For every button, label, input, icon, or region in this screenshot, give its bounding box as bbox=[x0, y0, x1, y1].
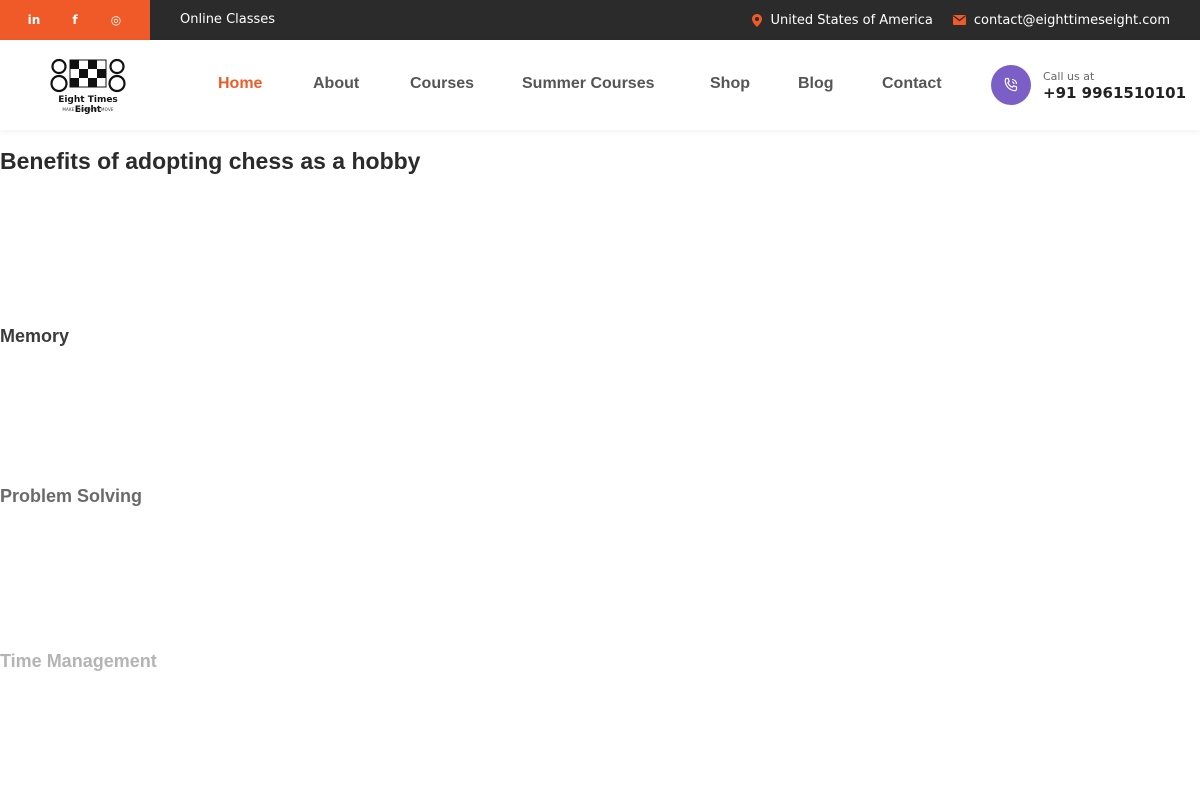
facebook-icon[interactable]: f bbox=[60, 0, 90, 40]
linkedin-icon[interactable]: in bbox=[19, 0, 49, 40]
page-content: Benefits of adopting chess as a hobby Me… bbox=[0, 130, 1200, 800]
nav-courses[interactable]: Courses bbox=[410, 75, 474, 93]
social-links: in f ◎ bbox=[0, 0, 150, 40]
section-heading-problem-solving: Problem Solving bbox=[0, 486, 143, 506]
phone-icon[interactable] bbox=[991, 65, 1031, 105]
nav-home[interactable]: Home bbox=[218, 75, 262, 93]
logo-tagline: MAKE THE RIGHT MOVE bbox=[62, 107, 114, 112]
nav-shop[interactable]: Shop bbox=[710, 75, 750, 93]
section-heading-time-management: Time Management bbox=[0, 651, 157, 671]
email-item[interactable]: contact@eighttimeseight.com bbox=[952, 13, 1170, 28]
nav-contact[interactable]: Contact bbox=[882, 75, 942, 93]
top-bar: in f ◎ Online Classes United States of A… bbox=[0, 0, 1200, 40]
envelope-icon bbox=[952, 15, 966, 25]
call-number[interactable]: +91 9961510101 bbox=[1043, 84, 1186, 102]
online-classes-link[interactable]: Online Classes bbox=[180, 0, 275, 40]
site-header: Eight Times Eight MAKE THE RIGHT MOVE Ho… bbox=[0, 40, 1200, 130]
map-pin-icon bbox=[752, 13, 763, 27]
nav-summer-courses[interactable]: Summer Courses bbox=[522, 75, 655, 93]
location-text: United States of America bbox=[770, 12, 933, 28]
instagram-icon[interactable]: ◎ bbox=[101, 0, 131, 40]
call-label: Call us at bbox=[1043, 70, 1095, 83]
nav-blog[interactable]: Blog bbox=[798, 75, 834, 93]
logo-name: Eight Times Eight bbox=[58, 95, 118, 115]
site-logo[interactable]: Eight Times Eight MAKE THE RIGHT MOVE bbox=[48, 58, 128, 115]
nav-about[interactable]: About bbox=[313, 75, 359, 93]
page-title: Benefits of adopting chess as a hobby bbox=[0, 148, 421, 174]
section-heading-memory: Memory bbox=[0, 326, 70, 346]
email-text[interactable]: contact@eighttimeseight.com bbox=[974, 13, 1170, 28]
location-item: United States of America bbox=[752, 12, 933, 28]
contact-info: United States of America contact@eightti… bbox=[752, 0, 1170, 40]
logo-mark-icon bbox=[50, 58, 126, 93]
